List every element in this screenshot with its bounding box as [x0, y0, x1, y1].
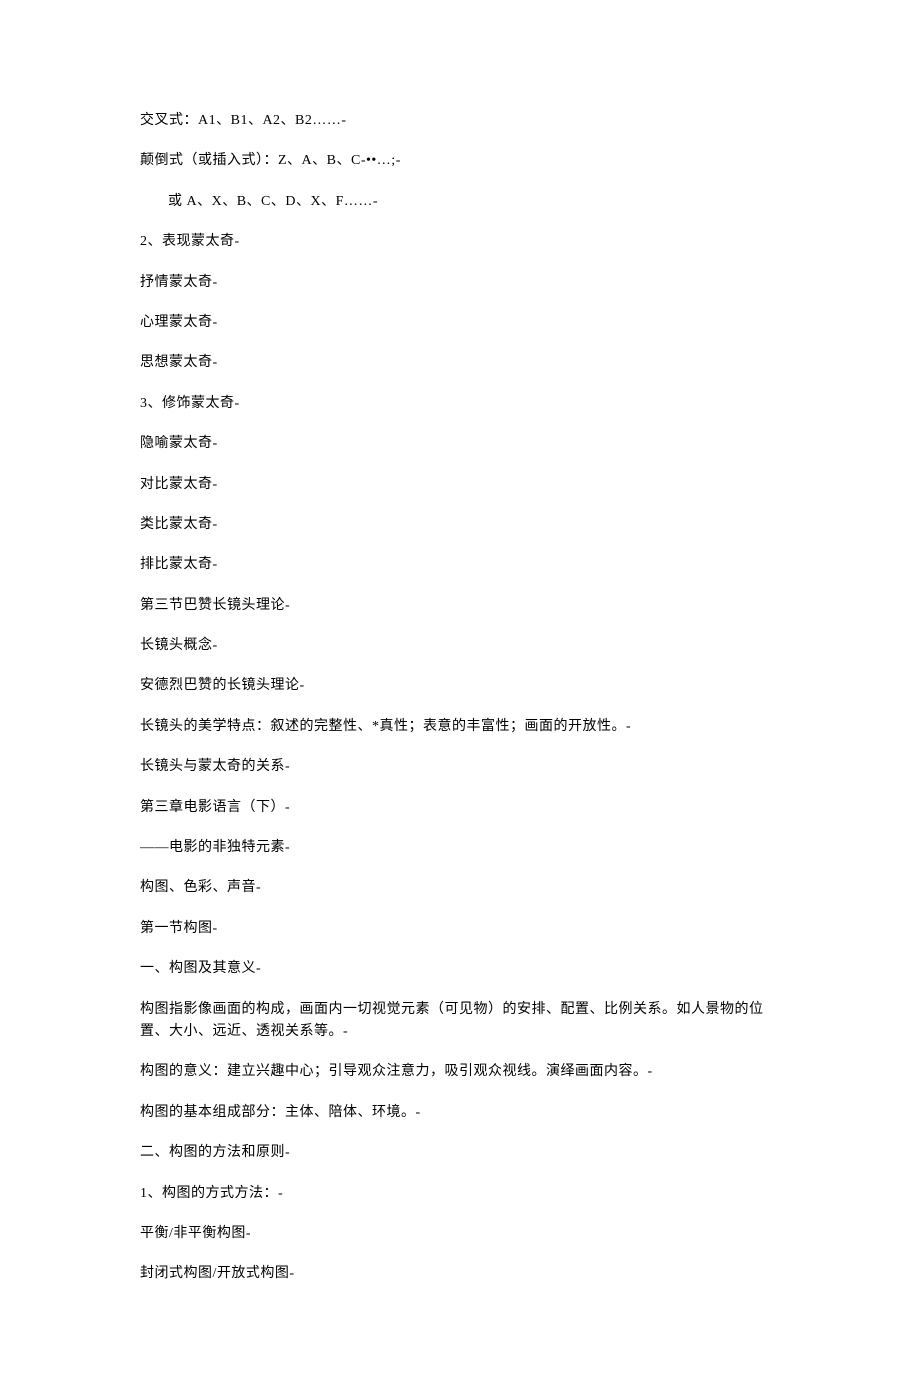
text-line: 第三章电影语言（下）- [140, 797, 780, 819]
text-line: 封闭式构图/开放式构图- [140, 1263, 780, 1285]
text-line: 长镜头概念- [140, 635, 780, 657]
text-line: 思想蒙太奇- [140, 352, 780, 374]
text-line: 安德烈巴赞的长镜头理论- [140, 675, 780, 697]
text-line: 构图的基本组成部分：主体、陪体、环境。- [140, 1102, 780, 1124]
text-line: 对比蒙太奇- [140, 474, 780, 496]
text-line: 3、修饰蒙太奇- [140, 393, 780, 415]
text-line: 平衡/非平衡构图- [140, 1223, 780, 1245]
text-line: 构图、色彩、声音- [140, 877, 780, 899]
text-line: 1、构图的方式方法：- [140, 1183, 780, 1205]
text-line: 一、构图及其意义- [140, 958, 780, 980]
text-line: 抒情蒙太奇- [140, 272, 780, 294]
text-line: 隐喻蒙太奇- [140, 433, 780, 455]
text-line: 构图指影像画面的构成，画面内一切视觉元素（可见物）的安排、配置、比例关系。如人景… [140, 999, 780, 1044]
text-line: 长镜头的美学特点：叙述的完整性、*真性；表意的丰富性；画面的开放性。- [140, 716, 780, 738]
text-line: 颠倒式（或插入式）：Z、A、B、C-••…;- [140, 150, 780, 172]
text-line: 第三节巴赞长镜头理论- [140, 595, 780, 617]
text-line: 二、构图的方法和原则- [140, 1142, 780, 1164]
text-line: ——电影的非独特元素- [140, 837, 780, 859]
document-content: 交叉式：A1、B1、A2、B2……- 颠倒式（或插入式）：Z、A、B、C-••…;… [140, 110, 780, 1286]
text-line: 排比蒙太奇- [140, 554, 780, 576]
text-line: 或 A、X、B、C、D、X、F……- [140, 191, 780, 213]
text-line: 第一节构图- [140, 918, 780, 940]
text-line: 构图的意义：建立兴趣中心；引导观众注意力，吸引观众视线。演绎画面内容。- [140, 1061, 780, 1083]
text-line: 长镜头与蒙太奇的关系- [140, 756, 780, 778]
text-line: 心理蒙太奇- [140, 312, 780, 334]
text-line: 2、表现蒙太奇- [140, 231, 780, 253]
text-line: 交叉式：A1、B1、A2、B2……- [140, 110, 780, 132]
text-line: 类比蒙太奇- [140, 514, 780, 536]
